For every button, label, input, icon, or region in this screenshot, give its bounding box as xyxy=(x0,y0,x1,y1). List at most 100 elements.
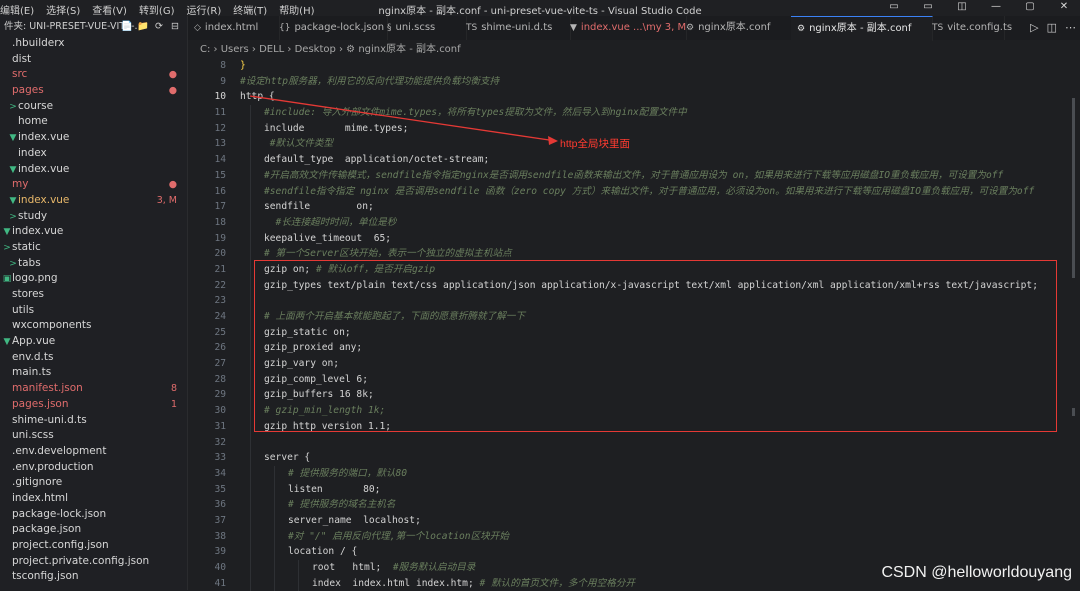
tree-item[interactable]: ▣logo.png xyxy=(0,271,187,287)
code-line[interactable]: #include: 导入外部文件mime.types，将所有types提取为文件… xyxy=(240,105,1080,121)
code-text: server_name localhost; xyxy=(288,514,421,526)
window-control-icon[interactable]: ▭ xyxy=(884,1,904,12)
tree-item[interactable]: uni.scss xyxy=(0,428,187,444)
window-control-icon[interactable]: ▢ xyxy=(1020,1,1040,12)
line-number: 19 xyxy=(214,232,226,244)
code-editor[interactable]: 8 9 10 11 12 13 14 15 16 17 18 19 20 21 22 23 24 25 26 27 28… xyxy=(188,58,1080,591)
tree-item-badge: ● xyxy=(168,179,177,191)
breadcrumb[interactable]: C: › Users › DELL › Desktop › ⚙ nginx原本 … xyxy=(188,41,1080,58)
tree-item-label: index.html xyxy=(12,491,68,504)
line-number: 23 xyxy=(214,295,226,307)
tree-item[interactable]: tsconfig.json xyxy=(0,569,187,585)
code-line[interactable]: #长连接超时时间，单位是秒 xyxy=(240,214,1080,231)
editor-tab[interactable]: TS shime-uni.d.ts xyxy=(460,16,571,40)
tree-item[interactable]: wxcomponents xyxy=(0,318,187,334)
code-line[interactable]: #默认文件类型 xyxy=(240,136,1080,153)
explorer-action-icon[interactable]: ⊟ xyxy=(169,16,181,38)
code-line[interactable]: sendfile on; xyxy=(240,199,1080,215)
code-line[interactable]: http { xyxy=(240,89,1080,105)
editor-tab[interactable]: ▼ index.vue ...\my 3, M xyxy=(564,16,687,40)
tree-item[interactable]: dist xyxy=(0,52,187,68)
code-line[interactable]: } xyxy=(240,58,1080,74)
editor-tab[interactable]: ⚙ nginx原本.conf xyxy=(680,16,798,40)
window-control-icon[interactable]: ◫ xyxy=(952,1,972,12)
code-line[interactable]: #开启高效文件传输模式，sendfile指令指定nginx是否调用sendfil… xyxy=(240,167,1080,184)
tree-item[interactable]: shime-uni.d.ts xyxy=(0,413,187,429)
tree-item[interactable]: index xyxy=(0,146,187,162)
editor-tab[interactable]: ◇ index.html xyxy=(188,16,280,40)
tree-item[interactable]: .env.production xyxy=(0,460,187,476)
indent-guide xyxy=(250,497,251,513)
code-line[interactable]: #sendfile指令指定 nginx 是否调用sendfile 函数（zero… xyxy=(240,183,1080,200)
code-line[interactable]: listen 80; xyxy=(240,481,1080,498)
tree-item[interactable]: package.json xyxy=(0,522,187,538)
tree-item[interactable]: >tabs xyxy=(0,256,187,272)
code-line[interactable]: # 提供服务的域名主机名 xyxy=(240,497,1080,513)
code-line[interactable]: #对 "/" 启用反向代理,第一个location区块开始 xyxy=(240,528,1080,545)
tree-item[interactable]: project.private.config.json xyxy=(0,554,187,570)
tree-item[interactable]: >static xyxy=(0,240,187,256)
indent-guide xyxy=(250,277,251,294)
code-line[interactable]: keepalive_timeout 65; xyxy=(240,230,1080,247)
window-control-icon[interactable]: ▭ xyxy=(918,1,938,12)
window-controls: ▭ ▭ ◫ — ▢ ✕ xyxy=(870,1,1074,12)
code-line[interactable]: default_type application/octet-stream; xyxy=(240,152,1080,168)
tree-item[interactable]: package-lock.json xyxy=(0,507,187,523)
scrollbar-thumb[interactable] xyxy=(1072,98,1075,278)
tree-item[interactable]: .hbuilderx xyxy=(0,36,187,52)
tree-item[interactable]: utils xyxy=(0,303,187,319)
explorer-action-icon[interactable]: 📁 xyxy=(137,16,149,38)
tree-item[interactable]: src ● xyxy=(0,67,187,83)
tree-item[interactable]: project.config.json xyxy=(0,538,187,554)
tree-item[interactable]: main.ts xyxy=(0,365,187,381)
line-number: 37 xyxy=(214,514,226,526)
tree-item[interactable]: ▼ index.vue xyxy=(0,130,187,146)
editor-action-icon[interactable]: ⋯ xyxy=(1065,21,1076,34)
code-line[interactable]: # 提供服务的端口，默认80 xyxy=(240,465,1080,482)
tree-item[interactable]: manifest.json 8 xyxy=(0,381,187,397)
editor-tab[interactable]: TS vite.config.ts xyxy=(926,16,1012,40)
tree-item[interactable]: ▼ index.vue xyxy=(0,224,187,240)
tree-item[interactable]: stores xyxy=(0,287,187,303)
tree-item-label: env.d.ts xyxy=(12,350,54,363)
code-line[interactable]: location / { xyxy=(240,544,1080,560)
code-line[interactable]: include mime.types; xyxy=(240,120,1080,137)
tree-item[interactable]: .gitignore xyxy=(0,475,187,491)
tree-item[interactable]: pages.json 1 xyxy=(0,397,187,413)
tree-item-label: dist xyxy=(12,52,32,65)
window-control-icon[interactable]: — xyxy=(986,1,1006,12)
tree-item[interactable]: pages ● xyxy=(0,83,187,99)
editor-tab[interactable]: ⚙ nginx原本 - 副本.conf xyxy=(791,16,933,41)
tree-item[interactable]: home xyxy=(0,114,187,130)
tree-item[interactable]: env.d.ts xyxy=(0,350,187,366)
tab-file-icon: {} xyxy=(279,23,291,33)
explorer-action-icon[interactable]: 📄 xyxy=(121,16,133,38)
code-line[interactable]: server { xyxy=(240,450,1080,466)
tree-item[interactable]: index.html xyxy=(0,491,187,507)
code-text: sendfile on; xyxy=(264,201,374,213)
tab-label: nginx原本 - 副本.conf xyxy=(809,23,912,34)
tree-item[interactable]: ▼ index.vue 3, M xyxy=(0,193,187,209)
code-comment: #默认文件类型 xyxy=(264,138,334,150)
tab-file-icon: ⚙ xyxy=(797,24,806,34)
tree-item[interactable]: ▼ index.vue xyxy=(0,162,187,178)
editor-tab[interactable]: {} package-lock.json xyxy=(273,16,388,40)
tree-item[interactable]: >study xyxy=(0,209,187,225)
tree-item[interactable]: my ● xyxy=(0,177,187,193)
tree-item[interactable]: >course xyxy=(0,99,187,115)
explorer-action-icon[interactable]: ⟳ xyxy=(153,16,165,38)
tree-item-label: .env.development xyxy=(12,444,107,457)
vue-file-icon: ▼ xyxy=(9,195,17,206)
tree-item[interactable]: .env.development xyxy=(0,444,187,460)
indent-guide xyxy=(250,246,251,262)
editor-action-icon[interactable]: ▷ xyxy=(1030,21,1038,34)
tree-item[interactable]: ▼ App.vue xyxy=(0,334,187,350)
line-number: 22 xyxy=(214,279,226,291)
code-line[interactable]: server_name localhost; xyxy=(240,512,1080,529)
editor-action-icon[interactable]: ◫ xyxy=(1047,21,1057,34)
line-number: 41 xyxy=(214,577,226,589)
code-line[interactable] xyxy=(240,434,1080,451)
editor-tab[interactable]: § uni.scss xyxy=(381,16,467,40)
code-line[interactable]: #设定http服务器，利用它的反向代理功能提供负载均衡支持 xyxy=(240,74,1080,90)
window-control-icon[interactable]: ✕ xyxy=(1054,1,1074,12)
